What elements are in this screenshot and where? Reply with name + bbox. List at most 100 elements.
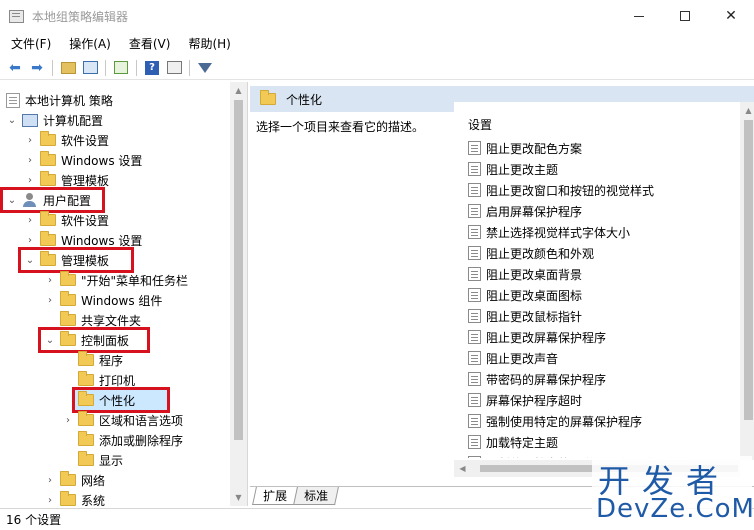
expand-chevron-icon[interactable]: › — [24, 134, 36, 146]
tree-node-uc-admin[interactable]: ⌄ 管理模板 — [18, 247, 134, 273]
scroll-up-arrow-icon[interactable]: ▲ — [740, 102, 754, 119]
tree-label: "开始"菜单和任务栏 — [81, 273, 189, 288]
tab-extended[interactable]: 扩展 — [252, 487, 298, 505]
collapse-chevron-icon[interactable]: ⌄ — [44, 334, 56, 346]
tree-node-control-panel[interactable]: ⌄ 控制面板 — [38, 327, 150, 353]
toolbar-separator — [136, 59, 137, 76]
setting-row[interactable]: 阻止更改声音 — [468, 348, 558, 368]
title-bar: 本地组策略编辑器 ✕ — [0, 0, 754, 32]
tree-node-printers[interactable]: 打印机 — [62, 370, 135, 390]
column-header-setting[interactable]: 设置 — [468, 116, 492, 133]
filter-button[interactable] — [194, 57, 216, 79]
tab-standard[interactable]: 标准 — [293, 487, 339, 505]
tree-node-cc-admin[interactable]: › 管理模板 — [24, 170, 109, 190]
policy-setting-icon — [468, 246, 481, 260]
maximize-button[interactable] — [662, 0, 708, 32]
setting-label: 阻止更改窗口和按钮的视觉样式 — [486, 183, 655, 198]
tree-node-shared-folders[interactable]: 共享文件夹 — [44, 310, 141, 330]
folder-icon — [40, 131, 56, 146]
setting-row[interactable]: 禁止选择视觉样式字体大小 — [468, 222, 630, 242]
expand-chevron-icon[interactable]: › — [24, 214, 36, 226]
collapse-chevron-icon[interactable]: ⌄ — [24, 254, 36, 266]
scroll-up-arrow-icon[interactable]: ▲ — [230, 82, 247, 99]
expand-chevron-icon[interactable]: › — [62, 414, 74, 426]
setting-label: 禁止选择视觉样式字体大小 — [486, 225, 631, 240]
properties-button[interactable] — [163, 57, 185, 79]
minimize-button[interactable] — [616, 0, 662, 32]
setting-row[interactable]: 阻止更改鼠标指针 — [468, 306, 582, 326]
setting-row[interactable]: 强制使用特定的屏幕保护程序 — [468, 411, 642, 431]
tree-label: 管理模板 — [61, 173, 110, 188]
scroll-left-arrow-icon[interactable]: ◀ — [454, 460, 471, 477]
settings-list: 设置 阻止更改配色方案 阻止更改主题阻止更改窗口和按钮的视觉样式启用屏幕保护程序禁… — [454, 102, 740, 458]
setting-row[interactable]: 屏幕保护程序超时 — [468, 390, 582, 410]
tree-node-start-menu[interactable]: › "开始"菜单和任务栏 — [44, 270, 188, 290]
toolbar-separator — [52, 59, 53, 76]
tree-node-cc-software[interactable]: › 软件设置 — [24, 130, 109, 150]
setting-row[interactable]: 阻止更改配色方案 — [468, 138, 582, 158]
setting-row[interactable]: 带密码的屏幕保护程序 — [468, 369, 606, 389]
show-hide-tree-button[interactable] — [79, 57, 101, 79]
export-list-button[interactable] — [110, 57, 132, 79]
menu-view[interactable]: 查看(V) — [122, 35, 178, 52]
tree-node-network[interactable]: › 网络 — [44, 470, 105, 490]
policy-setting-icon — [468, 162, 481, 176]
close-button[interactable]: ✕ — [708, 0, 754, 32]
setting-row[interactable]: 启用屏幕保护程序 — [468, 201, 582, 221]
tree-label: 网络 — [81, 473, 106, 488]
tree-node-display[interactable]: 显示 — [62, 450, 123, 470]
expand-chevron-icon[interactable]: › — [44, 294, 56, 306]
policy-setting-icon — [468, 351, 481, 365]
setting-row[interactable]: 阻止更改屏幕保护程序 — [468, 327, 606, 347]
up-one-level-button[interactable] — [57, 57, 79, 79]
folder-icon — [78, 351, 94, 366]
menu-help[interactable]: 帮助(H) — [181, 35, 237, 52]
menu-file[interactable]: 文件(F) — [4, 35, 58, 52]
expand-chevron-icon[interactable]: › — [24, 154, 36, 166]
scrollbar-thumb[interactable] — [234, 100, 243, 440]
tree-node-regional[interactable]: › 区域和语言选项 — [62, 410, 183, 430]
expand-chevron-icon[interactable]: › — [44, 474, 56, 486]
tree-node-root[interactable]: 本地计算机 策略 — [6, 90, 113, 110]
tree-node-add-remove[interactable]: 添加或删除程序 — [62, 430, 183, 450]
tree-vertical-scrollbar[interactable]: ▲ ▼ — [230, 82, 247, 506]
window-title: 本地组策略编辑器 — [32, 9, 129, 24]
tree-label: 程序 — [99, 353, 124, 368]
expand-chevron-icon[interactable]: › — [24, 174, 36, 186]
tree-node-system[interactable]: › 系统 — [44, 490, 105, 506]
tree-node-programs[interactable]: 程序 — [62, 350, 123, 370]
tree-node-personalization[interactable]: 个性化 — [72, 387, 170, 413]
setting-row[interactable]: 阻止更改颜色和外观 — [468, 243, 594, 263]
collapse-chevron-icon[interactable]: ⌄ — [6, 114, 18, 126]
expand-chevron-icon[interactable]: › — [24, 234, 36, 246]
list-vertical-scrollbar[interactable]: ▲ — [740, 102, 754, 460]
setting-row[interactable]: 阻止更改桌面背景 — [468, 264, 582, 284]
folder-icon — [60, 331, 76, 346]
tree-node-user-config[interactable]: ⌄ 用户配置 — [0, 187, 105, 213]
help-button[interactable]: ? — [141, 57, 163, 79]
tree-label: 个性化 — [99, 393, 136, 408]
folder-icon — [40, 171, 56, 186]
setting-row[interactable]: 阻止更改主题 — [468, 159, 558, 179]
policy-setting-icon — [468, 372, 481, 386]
tree-node-cc-windows[interactable]: › Windows 设置 — [24, 150, 142, 170]
menu-action[interactable]: 操作(A) — [62, 35, 118, 52]
setting-label: 强制使用特定的屏幕保护程序 — [486, 414, 643, 429]
expand-chevron-icon[interactable]: › — [44, 274, 56, 286]
scrollbar-thumb[interactable] — [744, 120, 753, 420]
tree-node-windows-components[interactable]: › Windows 组件 — [44, 290, 162, 310]
tree-node-uc-software[interactable]: › 软件设置 — [24, 210, 109, 230]
setting-row[interactable]: 阻止更改窗口和按钮的视觉样式 — [468, 180, 654, 200]
back-button[interactable]: ⬅ — [4, 57, 26, 79]
collapse-chevron-icon[interactable]: ⌄ — [6, 194, 18, 206]
scroll-down-arrow-icon[interactable]: ▼ — [230, 489, 247, 506]
setting-row[interactable]: 阻止更改桌面图标 — [468, 285, 582, 305]
forward-button[interactable]: ➡ — [26, 57, 48, 79]
folder-icon — [60, 291, 76, 306]
details-pane: 个性化 选择一个项目来查看它的描述。 设置 阻止更改配色方案 阻止更改主题 阻止更改… — [250, 82, 754, 506]
tree-node-computer-config[interactable]: ⌄ 计算机配置 — [6, 110, 103, 130]
setting-row[interactable]: 加载特定主题 — [468, 432, 558, 452]
expand-chevron-icon[interactable]: › — [44, 494, 56, 506]
tree-node-uc-windows[interactable]: › Windows 设置 — [24, 230, 142, 250]
policy-setting-icon — [468, 204, 481, 218]
